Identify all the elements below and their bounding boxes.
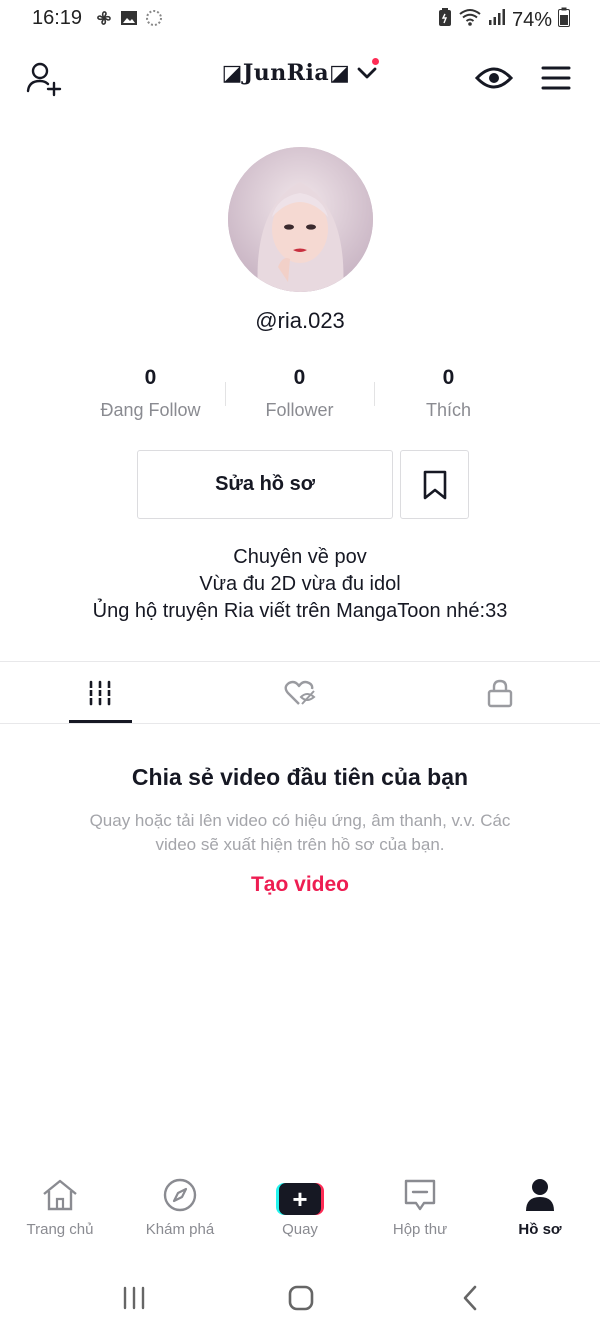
empty-state-title: Chia sẻ video đầu tiên của bạn bbox=[131, 764, 469, 790]
create-video-link[interactable]: Tạo video bbox=[0, 873, 600, 897]
avatar[interactable] bbox=[228, 147, 373, 292]
recents-icon[interactable] bbox=[118, 1282, 150, 1314]
nav-create-label: Quay bbox=[282, 1221, 318, 1238]
stat-following-value: 0 bbox=[144, 366, 157, 389]
stat-followers-value: 0 bbox=[293, 366, 306, 389]
status-bar: 16:19 74% bbox=[0, 0, 600, 36]
nav-home-label: Trang chủ bbox=[26, 1221, 94, 1238]
home-button-icon[interactable] bbox=[284, 1282, 318, 1314]
nav-create[interactable]: + Quay bbox=[240, 1175, 360, 1255]
tab-private[interactable] bbox=[400, 662, 600, 724]
grid-icon bbox=[87, 679, 113, 707]
divider bbox=[0, 723, 600, 724]
nav-home[interactable]: Trang chủ bbox=[0, 1175, 120, 1255]
stat-divider bbox=[225, 382, 226, 406]
avatar-image bbox=[228, 147, 373, 292]
account-name[interactable]: ◪JunRia◪ bbox=[222, 60, 351, 86]
gallery-icon bbox=[120, 9, 138, 32]
nav-discover[interactable]: Khám phá bbox=[120, 1175, 240, 1255]
content-tabs bbox=[0, 662, 600, 724]
bookmark-button[interactable] bbox=[400, 450, 469, 519]
system-nav-bar bbox=[0, 1270, 600, 1330]
battery-icon bbox=[558, 7, 570, 33]
liked-hidden-icon bbox=[284, 679, 316, 707]
stat-likes[interactable]: 0 Thích bbox=[374, 362, 523, 432]
sync-icon bbox=[144, 8, 164, 33]
top-nav: ◪JunRia◪ bbox=[0, 50, 600, 106]
nav-discover-label: Khám phá bbox=[145, 1221, 215, 1238]
wifi-icon bbox=[458, 7, 482, 33]
nav-inbox[interactable]: Hộp thư bbox=[360, 1175, 480, 1255]
battery-percent: 74% bbox=[511, 8, 552, 31]
stat-divider bbox=[374, 382, 375, 406]
home-icon bbox=[41, 1175, 79, 1215]
bio-line: Vừa đu 2D vừa đu idol bbox=[199, 573, 401, 595]
nav-inbox-label: Hộp thư bbox=[392, 1221, 448, 1238]
pinwheel-icon bbox=[94, 8, 114, 33]
status-right: 74% bbox=[438, 7, 570, 33]
stat-followers[interactable]: 0 Follower bbox=[225, 362, 374, 432]
edit-profile-button[interactable]: Sửa hồ sơ bbox=[137, 450, 393, 519]
status-left-icons bbox=[94, 8, 164, 33]
signal-icon bbox=[488, 8, 506, 32]
stat-likes-value: 0 bbox=[442, 366, 455, 389]
bio-line: Chuyên về pov bbox=[233, 546, 367, 568]
notification-dot bbox=[372, 58, 379, 65]
stat-followers-label: Follower bbox=[265, 400, 334, 420]
bottom-nav: Trang chủ Khám phá + Quay Hộp thư Hồ sơ bbox=[0, 1175, 600, 1255]
nav-profile[interactable]: Hồ sơ bbox=[480, 1175, 600, 1255]
chevron-down-icon[interactable] bbox=[356, 62, 378, 84]
inbox-icon bbox=[402, 1175, 438, 1215]
bio-line: Ủng hộ truyện Ria viết trên MangaToon nh… bbox=[92, 600, 508, 622]
bookmark-icon bbox=[422, 470, 448, 500]
eye-icon[interactable] bbox=[474, 60, 514, 96]
stat-likes-label: Thích bbox=[425, 400, 472, 420]
back-icon[interactable] bbox=[454, 1282, 486, 1314]
tab-videos[interactable] bbox=[0, 662, 200, 724]
stat-following[interactable]: 0 Đang Follow bbox=[76, 362, 225, 432]
battery-saver-icon bbox=[438, 7, 452, 33]
menu-icon[interactable] bbox=[538, 60, 574, 96]
profile-icon bbox=[524, 1175, 556, 1215]
status-time: 16:19 bbox=[32, 7, 83, 29]
profile-handle: @ria.023 bbox=[255, 308, 345, 333]
plus-icon: + bbox=[276, 1183, 324, 1215]
empty-state-description: Quay hoặc tải lên video có hiệu ứng, âm … bbox=[89, 811, 511, 854]
profile-bio: Chuyên về pov Vừa đu 2D vừa đu idol Ủng … bbox=[0, 544, 600, 625]
stat-following-label: Đang Follow bbox=[100, 400, 201, 420]
lock-icon bbox=[486, 678, 514, 708]
profile-stats: 0 Đang Follow 0 Follower 0 Thích bbox=[76, 362, 524, 432]
tab-liked[interactable] bbox=[200, 662, 400, 724]
compass-icon bbox=[162, 1175, 198, 1215]
nav-profile-label: Hồ sơ bbox=[518, 1221, 562, 1238]
